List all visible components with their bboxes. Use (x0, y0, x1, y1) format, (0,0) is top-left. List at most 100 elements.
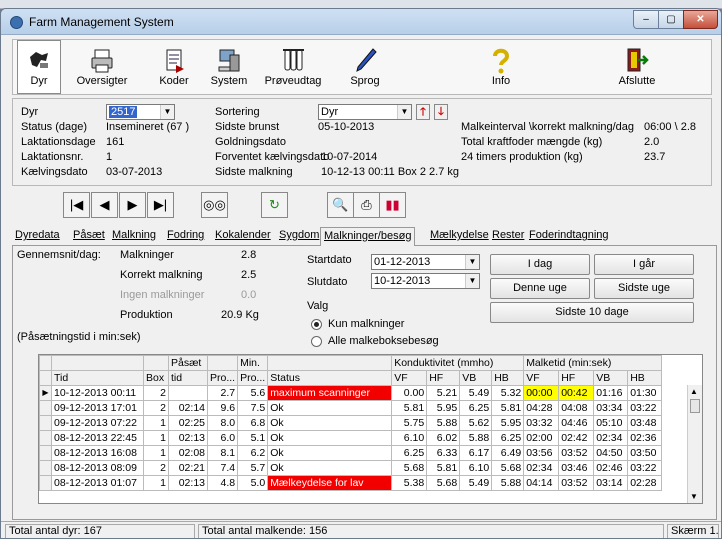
table-row[interactable]: ▶ 10-12-2013 00:11 2 2.7 5.6 maximum scanning… (39, 385, 663, 401)
toolbar-sprog-button[interactable]: Sprog (339, 40, 391, 94)
toolbar-afslutte-button[interactable]: Afslutte (609, 40, 665, 94)
print-preview-icon[interactable]: 🔍 (327, 192, 354, 218)
first-record-button[interactable]: |◀ (63, 192, 90, 218)
chevron-down-icon[interactable]: ▼ (465, 274, 479, 288)
close-button[interactable]: ✕ (683, 10, 718, 29)
chevron-down-icon[interactable]: ▼ (397, 105, 411, 119)
grid-column-header[interactable]: Box (143, 370, 169, 386)
kaelvingsdato-label: Kælvingsdato (21, 166, 88, 178)
grid-column-header[interactable]: Pro... (206, 370, 239, 386)
toolbar-koder-button[interactable]: Koder (145, 40, 203, 94)
binoculars-icon[interactable]: ◎◎ (201, 192, 228, 218)
radio-alle-malkeboksebesog-label: Alle malkeboksebesøg (328, 335, 439, 347)
grid-column-header[interactable]: VB (459, 370, 493, 386)
grid-column-header[interactable]: HB (491, 370, 525, 386)
table-row[interactable]: 08-12-2013 08:09 2 02:21 7.4 5.7 Ok 5.68 5.81 6.… (39, 460, 663, 476)
slutdato-field[interactable]: 10-12-2013 ▼ (371, 273, 480, 289)
sort-descending-button[interactable]: 🡓 (434, 104, 448, 120)
denne-uge-button[interactable]: Denne uge (490, 278, 590, 299)
grid-column-header[interactable]: Pro... (237, 370, 269, 386)
sidste-10-dage-button[interactable]: Sidste 10 dage (490, 302, 694, 323)
grid-column-header[interactable]: Tid (51, 370, 144, 386)
sidste-uge-button[interactable]: Sidste uge (594, 278, 694, 299)
dyr-select[interactable]: 2517 ▼ (106, 104, 175, 120)
table-cell: 03:52 (558, 445, 595, 461)
toolbar-label: Afslutte (618, 75, 656, 87)
tab-sygdom[interactable]: Sygdom (279, 229, 319, 241)
radio-alle-malkeboksebesog[interactable] (311, 336, 322, 347)
maximize-button[interactable]: ▢ (658, 10, 684, 29)
toolbar-proeveudtag-button[interactable]: Prøveudtag (257, 40, 329, 94)
chart-icon[interactable]: ▮▮ (379, 192, 406, 218)
tab-foderindtagning[interactable]: Foderindtagning (529, 229, 609, 241)
startdato-field[interactable]: 01-12-2013 ▼ (371, 254, 480, 270)
table-cell: 00:42 (558, 385, 595, 401)
table-row[interactable]: 09-12-2013 17:01 2 02:14 9.6 7.5 Ok 5.81 5.95 6.… (39, 400, 663, 416)
table-cell: 9.6 (206, 400, 239, 416)
table-cell: 6.8 (237, 415, 269, 431)
grid-column-header[interactable]: tid (168, 370, 208, 386)
tab-malkning[interactable]: Malkning (112, 229, 156, 241)
radio-kun-malkninger[interactable] (311, 319, 322, 330)
printer-icon[interactable]: ⎙ (353, 192, 380, 218)
toolbar-system-button[interactable]: System (206, 40, 252, 94)
tab-kokalender[interactable]: Kokalender (215, 229, 271, 241)
total-malkende-status: Total antal malkende: 156 (198, 524, 664, 538)
table-cell: 08-12-2013 08:09 (51, 460, 144, 476)
table-cell: 02:21 (168, 460, 208, 476)
table-row[interactable]: 08-12-2013 22:45 1 02:13 6.0 5.1 Ok 6.10 6.02 5.… (39, 430, 663, 446)
slutdato-label: Slutdato (307, 276, 348, 288)
refresh-icon[interactable]: ↻ (261, 192, 288, 218)
tab-rester[interactable]: Rester (492, 229, 524, 241)
grid-column-header[interactable]: HF (558, 370, 595, 386)
grid-column-header[interactable]: VB (593, 370, 629, 386)
tab-fodring[interactable]: Fodring (167, 229, 204, 241)
sort-ascending-button[interactable]: 🡑 (416, 104, 430, 120)
malkeinterval-value: 06:00 \ 2.8 (644, 121, 696, 133)
window-title: Farm Management System (29, 15, 174, 29)
scroll-up-icon[interactable]: ▲ (690, 387, 698, 396)
next-record-button[interactable]: ▶ (119, 192, 146, 218)
row-indicator (39, 475, 52, 491)
sortering-select[interactable]: Dyr ▼ (318, 104, 412, 120)
last-record-button[interactable]: ▶| (147, 192, 174, 218)
grid-group-header: Påsæt (168, 355, 208, 371)
table-cell: 4.8 (206, 475, 239, 491)
tab-malkninger-besog[interactable]: Malkninger/besøg (320, 227, 416, 246)
i-gar-button[interactable]: I går (594, 254, 694, 275)
table-row[interactable]: 09-12-2013 07:22 1 02:25 8.0 6.8 Ok 5.75 5.88 5.… (39, 415, 663, 431)
grid-scrollbar[interactable]: ▲ ▼ (687, 385, 702, 503)
milkings-table: Påsæt Min. Konduktivitet (mmho) Malketid (m… (39, 355, 663, 491)
chevron-down-icon[interactable]: ▼ (160, 105, 174, 119)
toolbar-info-button[interactable]: Info (479, 40, 523, 94)
grid-column-header[interactable]: Status (267, 370, 393, 386)
minimize-button[interactable]: – (633, 10, 659, 29)
toolbar-dyr-button[interactable]: Dyr (17, 40, 61, 94)
grid-column-header[interactable]: VF (391, 370, 428, 386)
ingen-malkninger-value: 0.0 (241, 289, 257, 301)
table-cell: 03:22 (627, 460, 663, 476)
toolbar-oversigter-button[interactable]: Oversigter (65, 40, 139, 94)
scroll-down-icon[interactable]: ▼ (690, 492, 698, 501)
table-cell: 04:08 (558, 400, 595, 416)
table-cell: 10-12-2013 00:11 (51, 385, 144, 401)
title-bar[interactable]: Farm Management System – ▢ ✕ (1, 9, 721, 35)
grid-column-header[interactable]: HB (627, 370, 663, 386)
grid-column-header[interactable]: VF (523, 370, 560, 386)
tab-dyredata[interactable]: Dyredata (15, 229, 60, 241)
table-row[interactable]: 08-12-2013 16:08 1 02:08 8.1 6.2 Ok 6.25 6.33 6.… (39, 445, 663, 461)
tab-bar: Dyredata Påsæt Malkning Fodring Kokalend… (12, 227, 717, 246)
ingen-malkninger-label: Ingen malkninger (120, 289, 205, 301)
sidste-brunst-label: Sidste brunst (215, 121, 280, 133)
table-cell: 02:13 (168, 475, 208, 491)
dyr-label: Dyr (21, 106, 39, 118)
table-cell: 5.0 (237, 475, 269, 491)
grid-column-header[interactable]: HF (426, 370, 461, 386)
table-row[interactable]: 08-12-2013 01:07 1 02:13 4.8 5.0 Mælkeydelse … (39, 475, 663, 491)
scroll-thumb[interactable] (690, 399, 700, 413)
tab-pasaet[interactable]: Påsæt (73, 229, 105, 241)
chevron-down-icon[interactable]: ▼ (465, 255, 479, 269)
previous-record-button[interactable]: ◀ (91, 192, 118, 218)
tab-maelkydelse[interactable]: Mælkydelse (430, 229, 489, 241)
i-dag-button[interactable]: I dag (490, 254, 590, 275)
